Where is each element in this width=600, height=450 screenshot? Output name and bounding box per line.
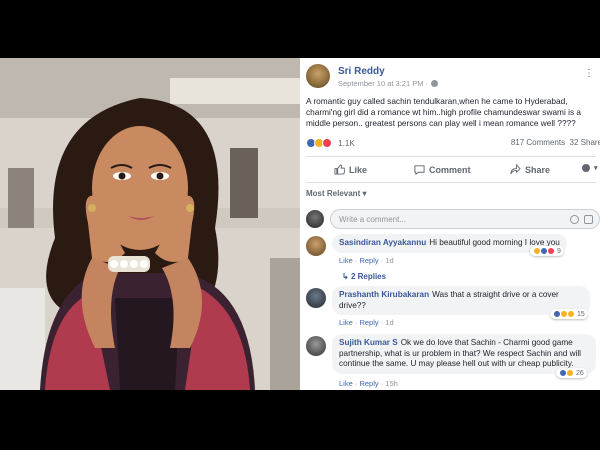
post-timestamp[interactable]: September 10 at 3:21 PM · xyxy=(338,79,439,88)
share-icon xyxy=(510,164,521,175)
comment-like-link[interactable]: Like xyxy=(339,379,353,388)
reaction-count[interactable]: 1.1K xyxy=(338,139,354,148)
laugh-reaction-icon xyxy=(567,310,575,318)
comment-label: Comment xyxy=(429,164,471,175)
emoji-icon[interactable] xyxy=(570,215,579,224)
portrait-illustration xyxy=(0,58,300,390)
comment-meta: Like · Reply · 15h xyxy=(339,379,398,388)
comment-reactions[interactable]: 15 xyxy=(550,309,588,319)
globe-icon xyxy=(431,80,439,87)
share-label: Share xyxy=(525,164,551,175)
comment-text: Was that a straight drive or a cover xyxy=(432,290,559,299)
facebook-post: Sri Reddy September 10 at 3:21 PM · ⋮ A … xyxy=(300,58,600,390)
post-actions: Like Comment Share ▾ xyxy=(306,160,600,180)
post-header: Sri Reddy September 10 at 3:21 PM · ⋮ xyxy=(306,64,596,92)
post-text-line: middle person.. greatest persons can pla… xyxy=(306,118,576,128)
camera-icon[interactable] xyxy=(584,215,593,224)
more-options-icon[interactable]: ⋮ xyxy=(584,68,594,79)
divider xyxy=(306,156,596,157)
love-reaction-icon xyxy=(322,138,332,148)
commenter-name[interactable]: Prashanth Kirubakaran xyxy=(339,290,429,299)
comment-reactions[interactable]: 9 xyxy=(530,246,564,256)
portrait-photo xyxy=(0,58,300,390)
comment-time[interactable]: 1d xyxy=(385,318,393,327)
comments-count[interactable]: 817 Comments xyxy=(511,138,565,147)
comment-icon xyxy=(414,165,425,175)
comment-time[interactable]: 15h xyxy=(385,379,398,388)
comment-meta: Like · Reply · 1d xyxy=(339,256,394,265)
comment-text: continue the same. U may please hell out… xyxy=(339,359,574,368)
comment-reaction-count: 9 xyxy=(557,247,561,255)
post-text: A romantic guy called sachin tendulkaran… xyxy=(306,96,600,129)
commenter-name[interactable]: Sujith Kumar S xyxy=(339,338,398,347)
comment-reactions[interactable]: 26 xyxy=(556,368,587,378)
shares-count[interactable]: 32 Share xyxy=(570,138,600,147)
post-reactions-summary: 1.1K 817 Comments 32 Share xyxy=(306,138,600,152)
timestamp-text[interactable]: September 10 at 3:21 PM · xyxy=(338,79,428,88)
comment-text: drive?? xyxy=(339,300,366,310)
comment-like-link[interactable]: Like xyxy=(339,256,353,265)
view-replies-link[interactable]: ↳ 2 Replies xyxy=(342,272,386,281)
comment-composer: Write a comment... xyxy=(306,208,600,230)
love-reaction-icon xyxy=(547,247,555,255)
like-button[interactable]: Like xyxy=(334,164,367,175)
chevron-down-icon: ▾ xyxy=(594,165,598,172)
commenter-avatar[interactable] xyxy=(306,288,326,308)
comment-sort-dropdown[interactable]: Most Relevant ▾ xyxy=(306,189,366,198)
screenshot-frame: Sri Reddy September 10 at 3:21 PM · ⋮ A … xyxy=(0,0,600,450)
reaction-picker-button[interactable]: ▾ xyxy=(582,164,598,172)
comment-time[interactable]: 1d xyxy=(385,256,393,265)
comment-bubble: Sujith Kumar S Ok we do love that Sachin … xyxy=(332,334,596,374)
comment-meta: Like · Reply · 1d xyxy=(339,318,394,327)
reply-arrow-icon: ↳ xyxy=(342,272,351,281)
commenter-name[interactable]: Sasindiran Ayyakannu xyxy=(339,238,426,247)
comment-reply-link[interactable]: Reply xyxy=(359,318,378,327)
post-text-line: A romantic guy called sachin tendulkaran… xyxy=(306,96,568,106)
like-label: Like xyxy=(349,164,368,175)
comment-like-link[interactable]: Like xyxy=(339,318,353,327)
author-avatar[interactable] xyxy=(306,64,330,88)
content-area: Sri Reddy September 10 at 3:21 PM · ⋮ A … xyxy=(0,58,600,390)
comment-text: partnership, what is ur problem in that?… xyxy=(339,348,581,358)
commenter-avatar[interactable] xyxy=(306,236,326,256)
comment-reaction-count: 26 xyxy=(576,369,584,377)
haha-reaction-icon xyxy=(566,369,574,377)
viewer-avatar xyxy=(306,210,324,228)
comment-input[interactable]: Write a comment... xyxy=(330,209,600,229)
share-button[interactable]: Share xyxy=(510,164,550,175)
commenter-avatar[interactable] xyxy=(306,336,326,356)
comment-button[interactable]: Comment xyxy=(414,164,471,175)
divider xyxy=(306,182,596,183)
thumbs-up-icon xyxy=(334,164,345,175)
post-text-line: charmi'ng girl did a romance wt him..hig… xyxy=(306,107,582,117)
post-stats: 817 Comments 32 Share xyxy=(511,138,600,147)
comment-reply-link[interactable]: Reply xyxy=(359,379,378,388)
replies-count: 2 Replies xyxy=(350,272,387,281)
comment-text: Ok we do love that Sachin - Charmi good … xyxy=(400,338,573,347)
profile-icon xyxy=(582,164,590,172)
comment-reaction-count: 15 xyxy=(577,310,585,318)
comment-placeholder: Write a comment... xyxy=(339,215,406,224)
author-name[interactable]: Sri Reddy xyxy=(338,66,385,77)
comment-reply-link[interactable]: Reply xyxy=(359,256,378,265)
